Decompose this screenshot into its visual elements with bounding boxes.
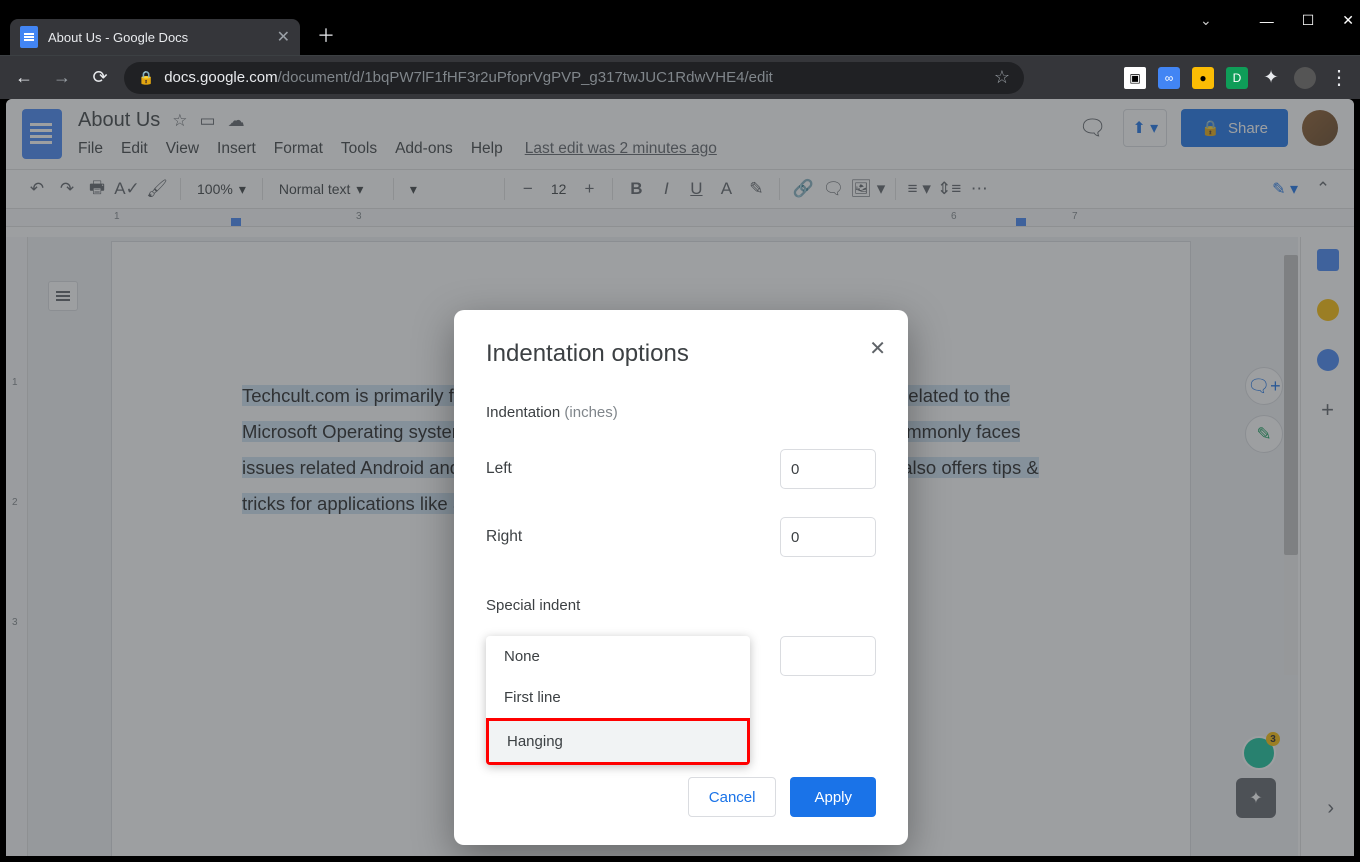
new-tab-button[interactable]: ＋ (314, 23, 338, 47)
bookmark-icon[interactable]: ☆ (994, 67, 1010, 88)
dropdown-item-hanging[interactable]: Hanging (486, 718, 750, 765)
lock-icon: 🔒 (138, 70, 154, 86)
forward-button[interactable]: → (48, 64, 76, 92)
browser-tab[interactable]: About Us - Google Docs ✕ (10, 19, 300, 55)
docs-favicon (20, 26, 38, 48)
close-window-icon[interactable]: ✕ (1342, 12, 1354, 29)
browser-menu-icon[interactable]: ⋮ (1328, 67, 1350, 89)
indentation-dialog: Indentation options ✕ Indentation (inche… (454, 310, 908, 845)
minimize-icon[interactable]: — (1260, 13, 1274, 29)
special-indent-input[interactable] (780, 636, 876, 676)
back-button[interactable]: ← (10, 64, 38, 92)
dialog-close-icon[interactable]: ✕ (869, 336, 886, 361)
right-indent-input[interactable] (780, 517, 876, 557)
maximize-icon[interactable]: ☐ (1302, 12, 1315, 29)
url-field[interactable]: 🔒 docs.google.com /document/d/1bqPW7lF1f… (124, 62, 1024, 94)
dropdown-item-none[interactable]: None (486, 636, 750, 677)
profile-avatar[interactable] (1294, 67, 1316, 89)
special-indent-label: Special indent (486, 597, 876, 614)
extension-icon[interactable]: D (1226, 67, 1248, 89)
dropdown-item-first-line[interactable]: First line (486, 677, 750, 718)
extension-icon[interactable]: ● (1192, 67, 1214, 89)
tab-strip: About Us - Google Docs ✕ ＋ ⌄ — ☐ ✕ (0, 9, 1360, 55)
indentation-unit: (inches) (564, 404, 617, 421)
special-indent-dropdown: None First line Hanging (486, 636, 750, 765)
dialog-title: Indentation options (486, 340, 876, 368)
tabs-dropdown-icon[interactable]: ⌄ (1200, 12, 1212, 29)
left-indent-input[interactable] (780, 449, 876, 489)
tab-title: About Us - Google Docs (48, 30, 188, 45)
cancel-button[interactable]: Cancel (688, 777, 777, 817)
reload-button[interactable]: ⟳ (86, 64, 114, 92)
url-host: docs.google.com (164, 69, 277, 86)
right-indent-label: Right (486, 528, 522, 546)
left-indent-label: Left (486, 460, 512, 478)
indentation-label: Indentation (486, 404, 560, 421)
close-tab-icon[interactable]: ✕ (277, 27, 290, 47)
apply-button[interactable]: Apply (790, 777, 876, 817)
address-bar: ← → ⟳ 🔒 docs.google.com /document/d/1bqP… (0, 55, 1360, 99)
extension-icon[interactable]: ∞ (1158, 67, 1180, 89)
extension-icon[interactable]: ▣ (1124, 67, 1146, 89)
extensions-menu-icon[interactable]: ✦ (1260, 67, 1282, 89)
url-path: /document/d/1bqPW7lF1fHF3r2uPfoprVgPVP_g… (278, 69, 773, 86)
